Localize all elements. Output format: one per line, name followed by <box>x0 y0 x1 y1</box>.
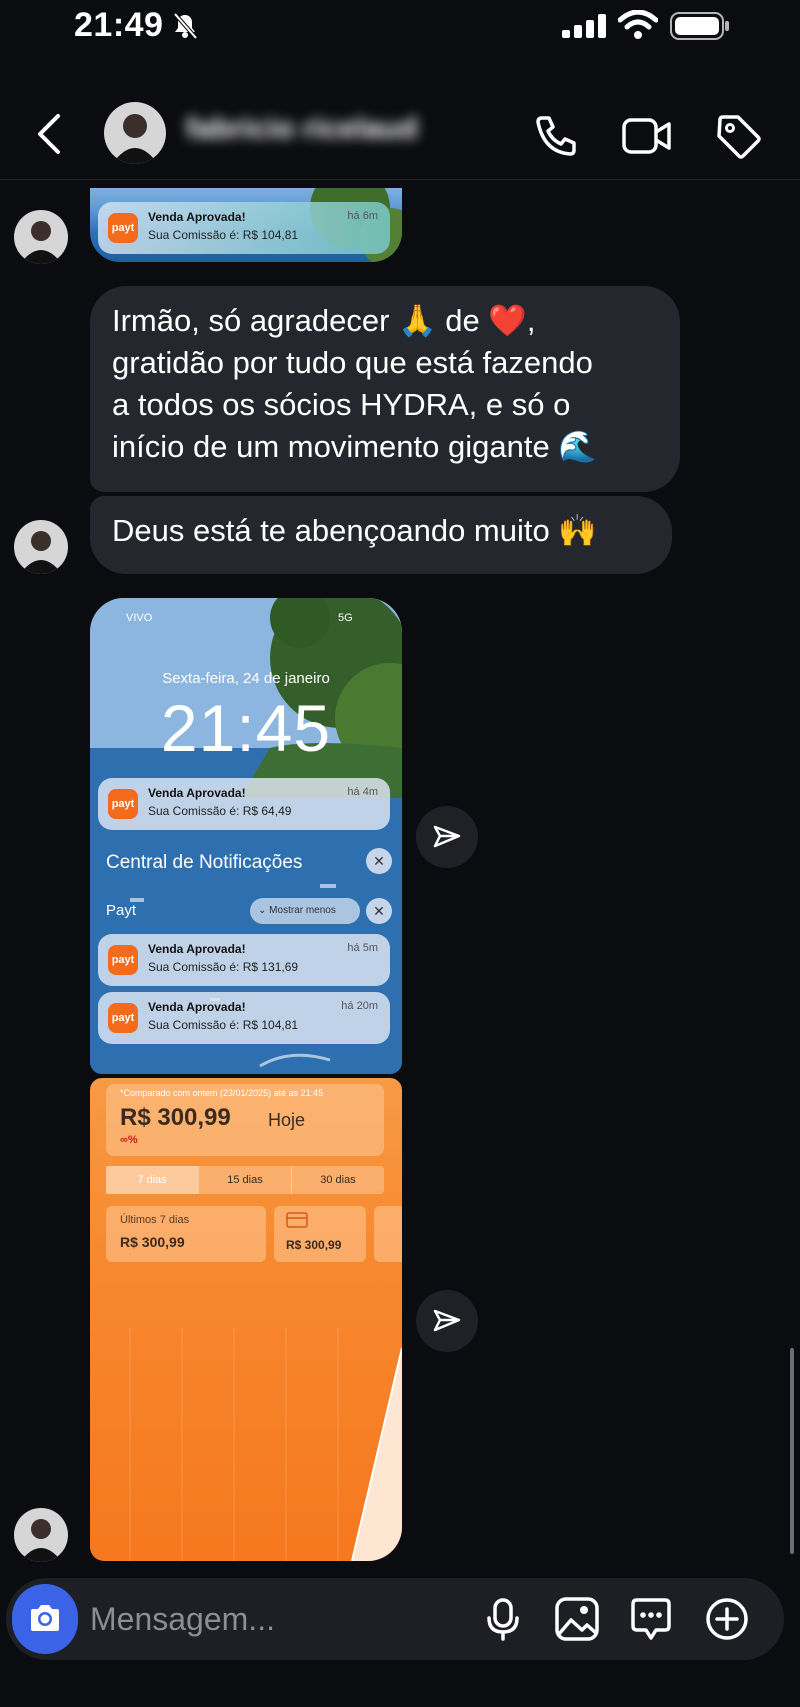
notification-body: Sua Comissão é: R$ 104,81 <box>148 228 299 242</box>
chat-bubble-icon[interactable] <box>628 1596 674 1642</box>
avatar-photo <box>14 1508 68 1562</box>
scrollbar-thumb[interactable] <box>790 1348 794 1554</box>
forward-button[interactable] <box>416 1290 478 1352</box>
message-line: Irmão, só agradecer 🙏 de ❤️, <box>112 303 536 338</box>
credit-card-icon <box>286 1212 308 1228</box>
photo-icon[interactable] <box>554 1596 600 1642</box>
lock-date: Sexta-feira, 24 de janeiro <box>162 670 330 687</box>
payt-app-icon: payt <box>108 1003 138 1033</box>
payt-app-icon: payt <box>108 789 138 819</box>
carrier-name: VIVO <box>126 612 153 624</box>
show-less-chip: ⌄ Mostrar menos <box>250 898 360 924</box>
show-less-label: Mostrar menos <box>269 905 336 916</box>
change-percent: ∞% <box>120 1134 138 1146</box>
lock-clock: 21:45 <box>160 691 332 765</box>
image-message-lockscreen[interactable]: VIVO 5G Sexta-feira, 24 de janeiro 21:45… <box>90 598 402 1074</box>
payt-app-icon: payt <box>108 213 138 243</box>
notification-card: payt Venda Aprovada! Sua Comissão é: R$ … <box>98 202 390 254</box>
message-line: início de um movimento gigante 🌊 <box>112 429 597 464</box>
notification-body: Sua Comissão é: R$ 131,69 <box>148 960 299 974</box>
tab-15-days: 15 dias <box>198 1166 291 1194</box>
amount-suffix: Hoje <box>268 1110 306 1130</box>
message-line: gratidão por tudo que está fazendo <box>112 345 593 380</box>
paper-plane-icon <box>433 825 461 848</box>
notification-body: Sua Comissão é: R$ 64,49 <box>148 804 292 818</box>
sender-avatar[interactable] <box>14 520 68 574</box>
chat-header: fabricio ricelaud <box>0 90 800 180</box>
close-icon: ✕ <box>366 898 392 924</box>
stat-card-partial <box>374 1206 402 1262</box>
summary-card: *Comparado com ontem (23/01/2025) até as… <box>106 1084 384 1156</box>
wifi-icon <box>618 10 658 39</box>
notification-card: payt Venda Aprovada! Sua Comissão é: R$ … <box>98 992 390 1044</box>
stat-card: Últimos 7 dias R$ 300,99 <box>106 1206 266 1262</box>
chevron-left-icon[interactable] <box>30 110 70 158</box>
forward-button[interactable] <box>416 806 478 868</box>
status-bar: 21:49 <box>0 0 800 56</box>
avatar-photo <box>14 210 68 264</box>
notification-card: payt Venda Aprovada! Sua Comissão é: R$ … <box>98 934 390 986</box>
bell-slash-icon <box>173 12 198 40</box>
notification-time: há 5m <box>347 942 378 954</box>
message-line: a todos os sócios HYDRA, e só o <box>112 387 571 422</box>
tab-30-days: 30 dias <box>291 1166 384 1194</box>
text-message[interactable]: Deus está te abençoando muito 🙌 <box>90 496 672 574</box>
message-text: Deus está te abençoando muito 🙌 <box>112 513 597 548</box>
paper-plane-icon <box>433 1309 461 1332</box>
compare-note: *Comparado com ontem (23/01/2025) até as… <box>120 1088 324 1098</box>
close-icon: ✕ <box>366 848 392 874</box>
chevron-down-icon: ⌄ <box>258 905 270 916</box>
message-input[interactable] <box>90 1592 450 1646</box>
notification-title: Venda Aprovada! <box>148 210 246 224</box>
notification-title: Venda Aprovada! <box>148 942 246 956</box>
total-amount: R$ 300,99 <box>120 1104 231 1131</box>
avatar-photo <box>104 102 166 164</box>
avatar-photo <box>14 520 68 574</box>
notification-center-title: Central de Notificações <box>106 852 303 873</box>
sender-avatar[interactable] <box>14 210 68 264</box>
notification-time: há 6m <box>347 210 378 222</box>
stat-card: R$ 300,99 <box>274 1206 366 1262</box>
stat-value: R$ 300,99 <box>120 1234 185 1250</box>
notification-time: há 20m <box>341 1000 378 1012</box>
contact-avatar[interactable] <box>104 102 166 164</box>
message-composer <box>6 1578 784 1660</box>
image-message-1[interactable]: payt Venda Aprovada! Sua Comissão é: R$ … <box>90 188 402 262</box>
notification-body: Sua Comissão é: R$ 104,81 <box>148 1018 299 1032</box>
image-message-dashboard[interactable]: *Comparado com ontem (23/01/2025) até as… <box>90 1078 402 1561</box>
camera-icon <box>31 1605 59 1631</box>
microphone-icon[interactable] <box>480 1596 526 1642</box>
stat-label: Últimos 7 dias <box>120 1214 190 1226</box>
battery-icon <box>670 12 729 40</box>
contact-name[interactable]: fabricio ricelaud <box>186 112 506 152</box>
notification-card: payt Venda Aprovada! Sua Comissão é: R$ … <box>98 778 390 830</box>
payt-app-icon: payt <box>108 945 138 975</box>
video-camera-icon[interactable] <box>622 114 672 158</box>
status-time: 21:49 <box>74 6 164 44</box>
tab-7-days: 7 dias <box>106 1166 198 1194</box>
group-label: Payt <box>106 902 137 919</box>
phone-icon[interactable] <box>532 112 580 160</box>
range-tabs: 7 dias 15 dias 30 dias <box>106 1166 384 1194</box>
tag-icon[interactable] <box>714 112 762 160</box>
stat-value: R$ 300,99 <box>286 1238 342 1252</box>
notification-title: Venda Aprovada! <box>148 786 246 800</box>
text-message[interactable]: Irmão, só agradecer 🙏 de ❤️, gratidão po… <box>90 286 680 492</box>
network-label: 5G <box>338 612 353 624</box>
sender-avatar[interactable] <box>14 1508 68 1562</box>
notification-time: há 4m <box>347 786 378 798</box>
cellular-signal-icon <box>562 14 606 38</box>
camera-button[interactable] <box>12 1584 78 1654</box>
plus-circle-icon[interactable] <box>704 1596 750 1642</box>
notification-title: Venda Aprovada! <box>148 1000 246 1014</box>
